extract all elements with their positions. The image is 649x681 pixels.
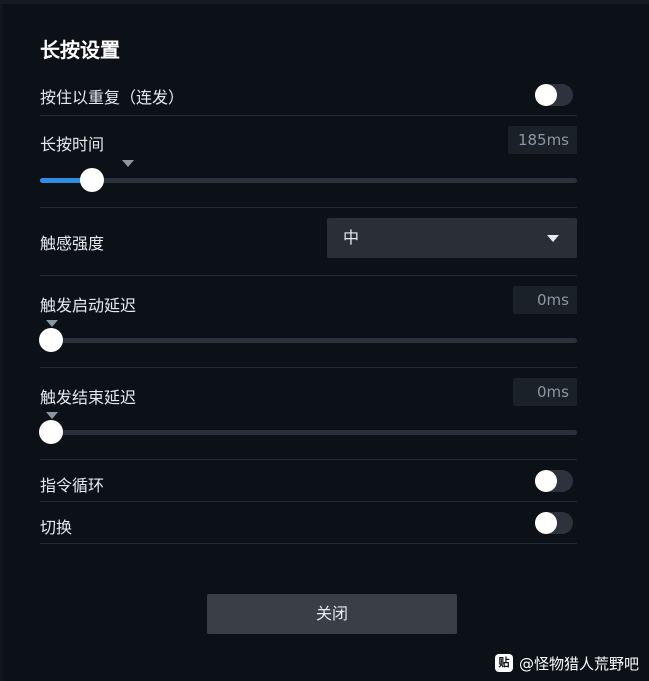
trigger-start-delay-slider[interactable]: [39, 320, 577, 352]
switch-label: 切换: [40, 518, 73, 537]
slider-thumb[interactable]: [80, 168, 105, 192]
trigger-start-delay-label: 触发启动延迟: [40, 296, 137, 315]
top-edge: [0, 0, 649, 4]
haptic-strength-label: 触感强度: [40, 234, 105, 253]
hold-to-repeat-toggle[interactable]: [535, 84, 573, 106]
default-marker-icon: [46, 320, 58, 327]
watermark: 贴 @怪物猎人荒野吧: [494, 653, 639, 673]
trigger-end-delay-label: 触发结束延迟: [40, 388, 137, 407]
row-long-press-time: 长按时间 185ms: [40, 116, 577, 208]
command-loop-toggle[interactable]: [535, 470, 573, 492]
toggle-knob: [535, 84, 557, 106]
row-trigger-start-delay: 触发启动延迟 0ms: [39, 276, 577, 368]
slider-thumb[interactable]: [39, 328, 63, 352]
default-marker-icon: [122, 160, 134, 167]
switch-toggle[interactable]: [535, 512, 573, 534]
close-button[interactable]: 关闭: [207, 594, 457, 634]
haptic-strength-select[interactable]: 中: [327, 218, 577, 258]
row-command-loop: 指令循环: [40, 460, 577, 502]
long-press-time-value[interactable]: 185ms: [508, 126, 577, 154]
row-haptic-strength: 触感强度 中: [40, 208, 577, 276]
left-edge: [0, 4, 3, 681]
slider-track: [40, 430, 577, 435]
slider-thumb[interactable]: [39, 420, 63, 444]
watermark-text: @怪物猎人荒野吧: [518, 654, 639, 673]
row-trigger-end-delay: 触发结束延迟 0ms: [39, 368, 577, 460]
long-press-time-label: 长按时间: [40, 135, 105, 154]
tieba-logo-icon: 贴: [494, 654, 513, 672]
long-press-settings-page: 长按设置 按住以重复（连发） 长按时间 185ms 触感强度 中 触发启动延迟 …: [0, 0, 649, 681]
trigger-end-delay-value[interactable]: 0ms: [513, 378, 577, 406]
settings-panel: 长按设置 按住以重复（连发） 长按时间 185ms 触感强度 中 触发启动延迟 …: [39, 34, 577, 544]
dropdown-arrow-icon: [547, 235, 559, 242]
trigger-end-delay-slider[interactable]: [39, 412, 577, 444]
trigger-start-delay-value[interactable]: 0ms: [513, 286, 577, 314]
default-marker-icon: [46, 412, 58, 419]
row-hold-to-repeat: 按住以重复（连发）: [40, 70, 577, 116]
slider-track: [40, 338, 577, 343]
row-switch: 切换: [40, 502, 577, 544]
haptic-strength-selected: 中: [343, 228, 360, 247]
command-loop-label: 指令循环: [40, 476, 105, 495]
panel-title: 长按设置: [40, 38, 120, 62]
long-press-time-slider[interactable]: [40, 160, 577, 192]
hold-to-repeat-label: 按住以重复（连发）: [40, 88, 185, 107]
slider-track: [40, 178, 577, 183]
toggle-knob: [535, 512, 557, 534]
toggle-knob: [535, 470, 557, 492]
